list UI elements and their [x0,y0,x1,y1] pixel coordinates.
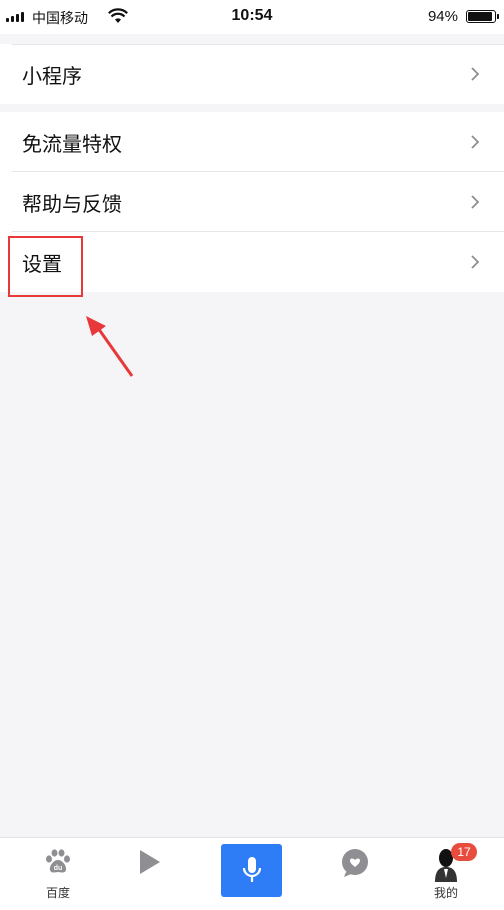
tab-video[interactable] [100,838,200,910]
tab-bar: du 百度 我的 [0,837,504,910]
battery-fill [468,12,492,21]
battery-percent: 94% [427,8,458,25]
menu-item-help-feedback[interactable]: 帮助与反馈 [0,172,504,232]
notification-badge: 17 [451,843,477,861]
chevron-right-icon [471,67,480,81]
chevron-right-icon [471,255,480,269]
battery-icon [466,10,499,23]
pointer-arrow-icon [86,316,134,377]
tab-label: 百度 [45,886,70,900]
svg-text:du: du [54,865,63,872]
status-bar: 中国移动 10:54 94% [0,0,504,34]
tab-message[interactable] [304,838,404,910]
video-play-icon [140,850,160,874]
menu-item-free-traffic[interactable]: 免流量特权 [0,112,504,172]
menu-group-mini-program: 小程序 [0,44,504,104]
baidu-paw-icon: du [46,849,70,873]
menu-item-label: 帮助与反馈 [22,191,122,216]
chat-bubble-heart-icon [342,849,368,877]
tab-mine[interactable]: 我的 [396,838,496,910]
tab-baidu[interactable]: du 百度 [8,838,108,910]
chevron-right-icon [471,135,480,149]
menu-item-label: 小程序 [22,63,82,88]
microphone-icon [242,857,262,882]
voice-search-button[interactable] [221,844,282,897]
highlight-box [8,236,83,297]
chevron-right-icon [471,195,480,209]
menu-item-mini-program[interactable]: 小程序 [0,44,504,104]
tab-label: 我的 [433,886,458,900]
menu-item-label: 免流量特权 [22,131,122,156]
